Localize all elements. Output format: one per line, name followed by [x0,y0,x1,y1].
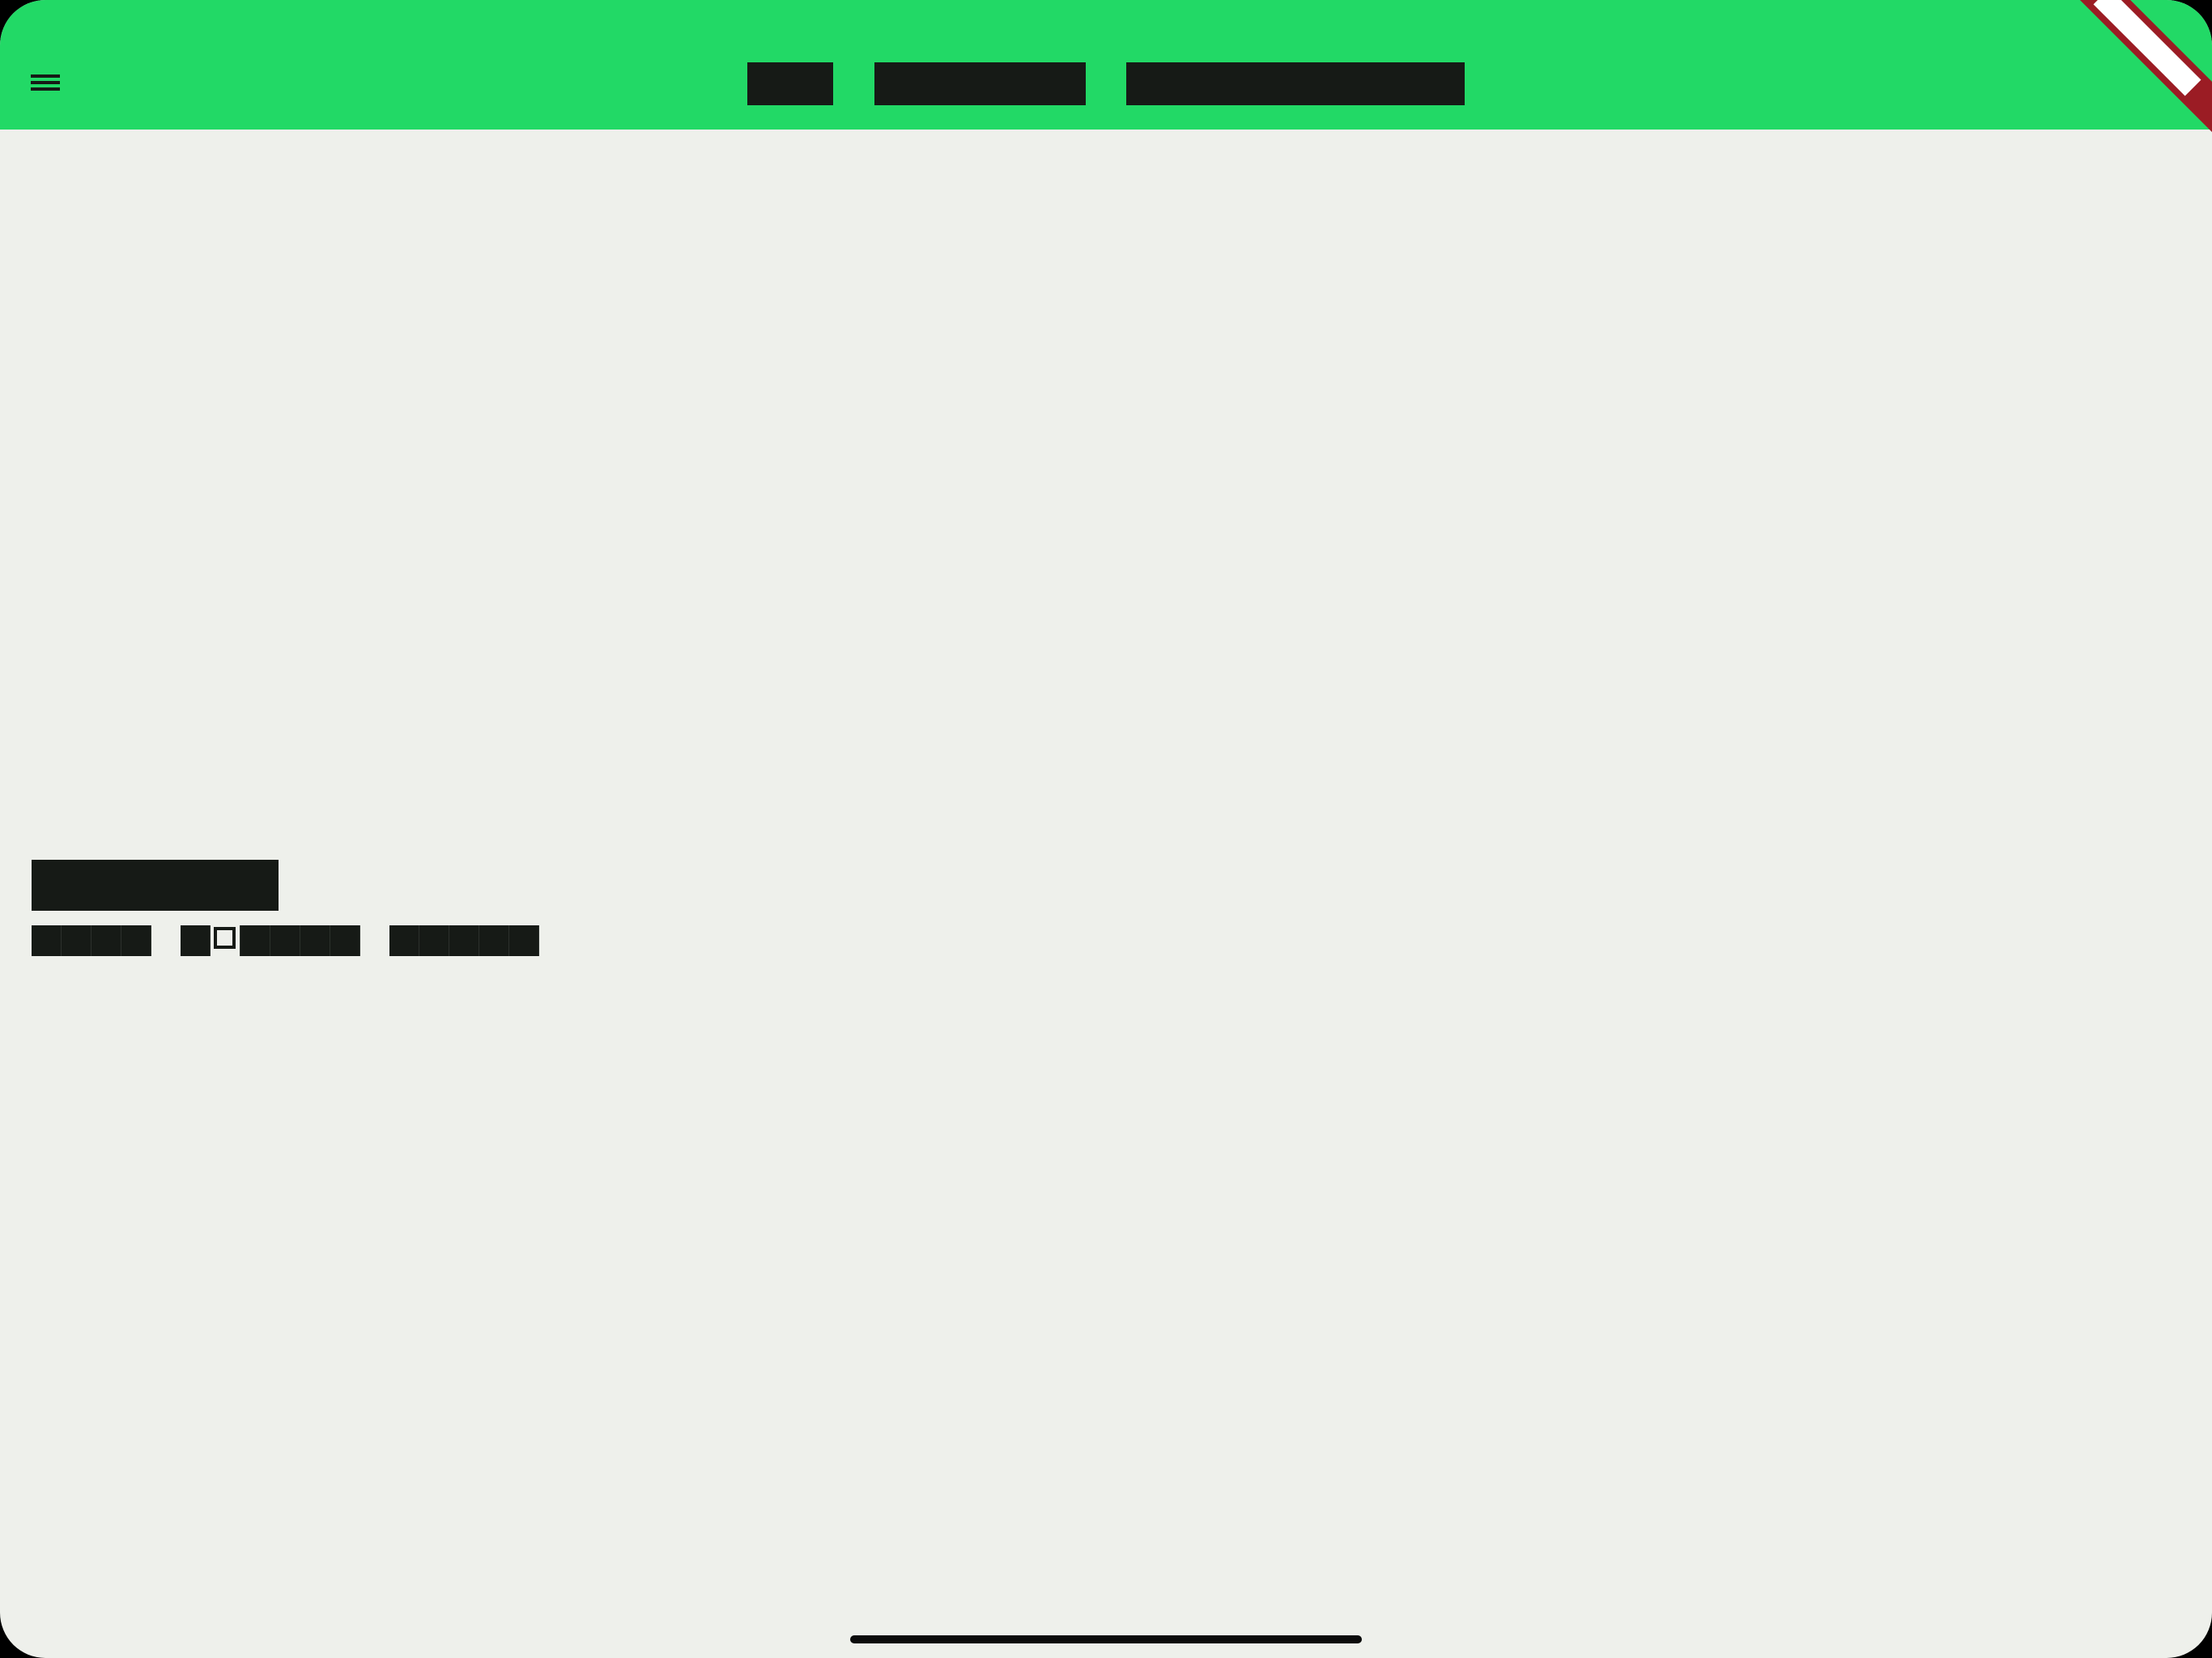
subtitle-glyph [121,925,151,956]
tab-2[interactable] [874,62,1086,105]
subtitle-word-1 [32,925,151,956]
app-bar [0,0,2212,141]
subtitle-word-2 [181,925,360,956]
debug-banner [2048,0,2212,141]
tab-3[interactable] [1126,62,1465,105]
subtitle-glyph [449,925,479,956]
subtitle-glyph [419,925,449,956]
subtitle-glyph [389,925,419,956]
menu-button[interactable] [18,57,73,112]
page-heading [32,860,279,912]
subtitle-glyph [62,925,91,956]
subtitle-glyph [330,925,360,956]
subtitle-text [32,925,568,956]
debug-banner-label [2093,0,2201,96]
subtitle-glyph [300,925,330,956]
menu-icon [29,73,62,96]
subtitle-glyph [270,925,300,956]
home-indicator[interactable] [850,1635,1362,1643]
subtitle-glyph [479,925,509,956]
subtitle-glyph [32,925,62,956]
subtitle-glyph-hollow [211,925,240,956]
subtitle-glyph [91,925,121,956]
subtitle-word-3 [389,925,539,956]
subtitle-glyph [509,925,539,956]
subtitle-glyph [181,925,211,956]
subtitle-glyph [240,925,270,956]
app-screen [0,0,2212,1658]
tab-1[interactable] [747,62,833,105]
